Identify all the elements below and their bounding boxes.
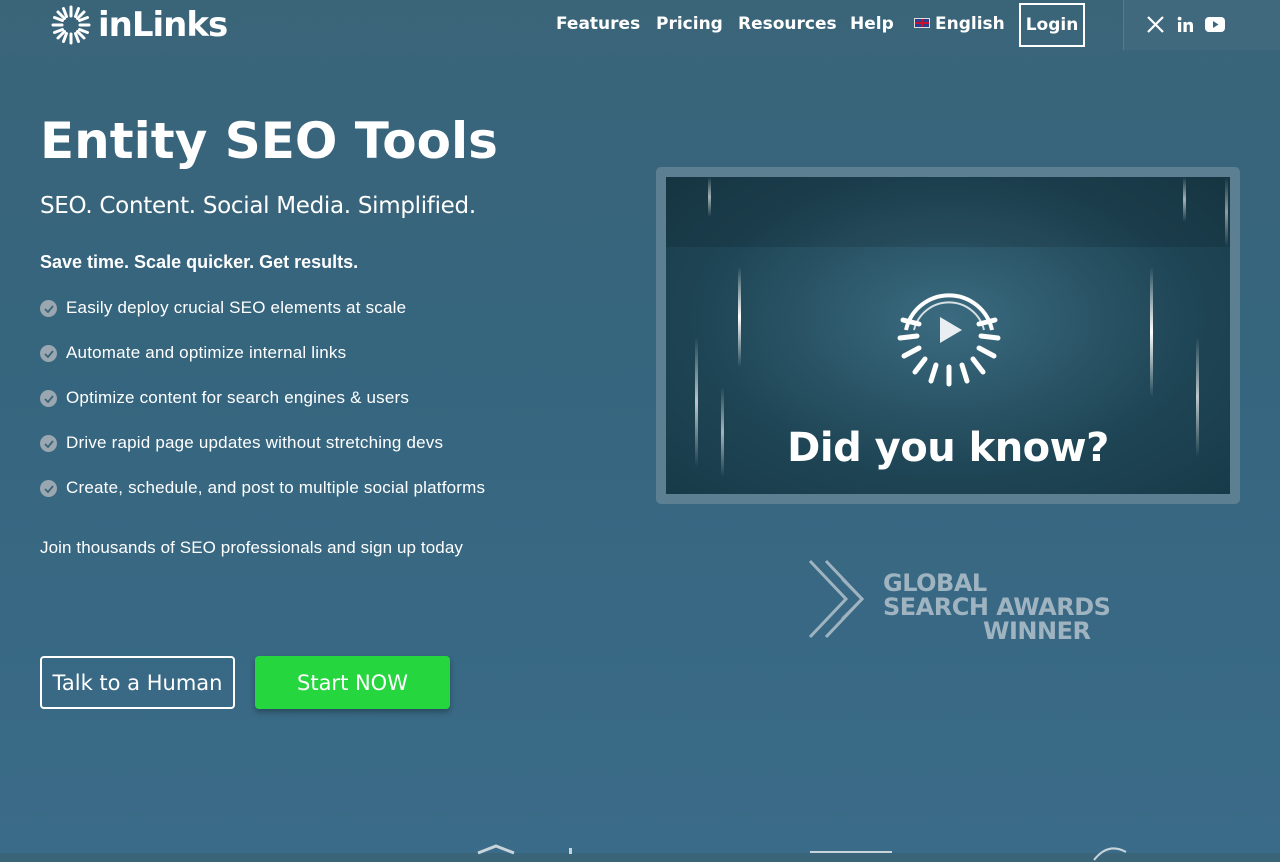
top-navigation: inLinks Features Pricing Resources Help … <box>0 0 1280 50</box>
start-now-button[interactable]: Start NOW <box>255 656 450 709</box>
social-divider <box>1123 0 1124 50</box>
check-icon <box>40 390 57 407</box>
partner-logo-icon <box>1093 847 1127 861</box>
award-line-3: WINNER <box>983 617 1091 645</box>
list-item: Create, schedule, and post to multiple s… <box>40 478 485 523</box>
language-label: English <box>935 14 1005 34</box>
light-streak <box>1225 177 1228 247</box>
x-icon[interactable] <box>1144 13 1166 35</box>
light-streak <box>708 177 711 217</box>
login-button[interactable]: Login <box>1019 3 1085 47</box>
list-item-text: Easily deploy crucial SEO elements at sc… <box>66 298 407 317</box>
list-item-text: Automate and optimize internal links <box>66 343 347 362</box>
light-streak <box>1150 267 1153 397</box>
join-text: Join thousands of SEO professionals and … <box>40 538 464 557</box>
video-frame: Did you know? <box>656 167 1240 504</box>
page-title: Entity SEO Tools <box>40 112 498 170</box>
list-item-text: Create, schedule, and post to multiple s… <box>66 478 486 497</box>
youtube-icon[interactable] <box>1204 13 1226 35</box>
list-item: Optimize content for search engines & us… <box>40 388 485 433</box>
video-caption: Did you know? <box>787 425 1109 471</box>
partner-logo-icon <box>477 844 515 855</box>
language-selector[interactable]: English <box>914 14 1005 34</box>
nav-resources[interactable]: Resources <box>738 14 837 34</box>
check-icon <box>40 345 57 362</box>
chevron-logo-icon <box>808 559 865 639</box>
list-item-text: Drive rapid page updates without stretch… <box>66 433 444 452</box>
global-search-awards-badge: GLOBAL SEARCH AWARDS WINNER <box>808 553 1111 645</box>
nav-pricing[interactable]: Pricing <box>656 14 723 34</box>
inlinks-logo[interactable]: inLinks <box>50 3 228 47</box>
talk-to-human-button[interactable]: Talk to a Human <box>40 656 235 709</box>
hero-tagline: Save time. Scale quicker. Get results. <box>40 252 359 272</box>
uk-flag-icon <box>914 18 930 28</box>
feature-list: Easily deploy crucial SEO elements at sc… <box>40 298 485 523</box>
hero-subtitle: SEO. Content. Social Media. Simplified. <box>40 193 476 219</box>
check-icon <box>40 300 57 317</box>
check-icon <box>40 480 57 497</box>
list-item: Easily deploy crucial SEO elements at sc… <box>40 298 485 343</box>
list-item-text: Optimize content for search engines & us… <box>66 388 410 407</box>
nav-features[interactable]: Features <box>556 14 640 34</box>
list-item: Drive rapid page updates without stretch… <box>40 433 485 478</box>
video-player[interactable]: Did you know? <box>666 177 1230 494</box>
check-icon <box>40 435 57 452</box>
light-streak <box>1183 177 1186 222</box>
video-top-overlay <box>666 177 1230 247</box>
linkedin-icon[interactable] <box>1174 13 1196 35</box>
logo-burst-icon <box>51 5 91 45</box>
partner-logo-mark <box>569 848 572 854</box>
light-streak <box>738 267 741 367</box>
logo-text: inLinks <box>98 5 228 45</box>
play-icon[interactable] <box>894 282 1004 402</box>
nav-help[interactable]: Help <box>850 14 894 34</box>
partner-logos-strip <box>0 835 1280 861</box>
list-item: Automate and optimize internal links <box>40 343 485 388</box>
